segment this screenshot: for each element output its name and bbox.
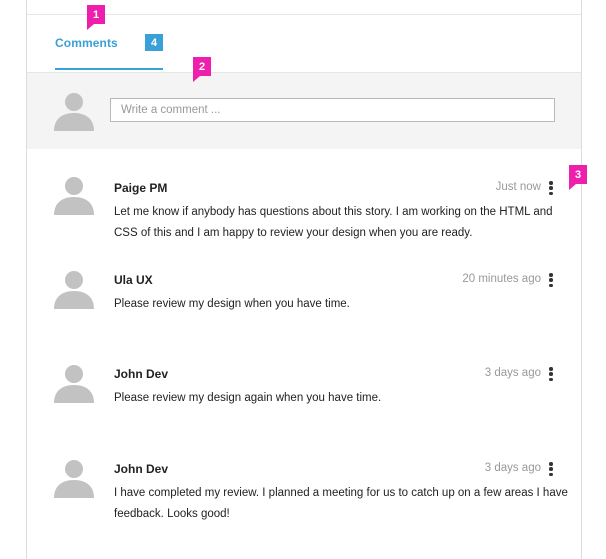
user-avatar-icon (54, 177, 94, 215)
annotation-marker-3: 3 (569, 165, 587, 190)
comment-text: Please review my design again when you h… (114, 392, 382, 404)
comment-timestamp: 3 days ago (484, 367, 541, 379)
user-avatar-icon (54, 93, 94, 131)
comment-text: Please review my design when you have ti… (114, 298, 350, 310)
user-avatar-icon (54, 365, 94, 403)
comment-input[interactable] (110, 98, 555, 122)
comment-count-badge: 4 (145, 34, 163, 51)
comment-timestamp: Just now (495, 181, 541, 193)
user-avatar-icon (54, 271, 94, 309)
comment-text: I have completed my review. I planned a … (114, 487, 568, 520)
divider (27, 14, 581, 15)
tab-comments[interactable]: Comments (55, 36, 118, 50)
user-avatar-icon (54, 460, 94, 498)
annotation-marker-1: 1 (87, 5, 105, 30)
more-options-icon[interactable] (545, 460, 557, 478)
comment-author: Ula UX (114, 273, 153, 287)
comment-author: John Dev (114, 462, 169, 476)
comment-author: Paige PM (114, 181, 168, 195)
comment-author: John Dev (114, 367, 169, 381)
more-options-icon[interactable] (545, 179, 557, 197)
active-tab-indicator (55, 68, 163, 70)
annotation-marker-2: 2 (193, 57, 211, 82)
comments-panel: Comments 4 Paige PM Just now Let me know… (26, 0, 582, 559)
comment-composer (27, 72, 581, 149)
comment-text: Let me know if anybody has questions abo… (114, 206, 553, 239)
comment-timestamp: 3 days ago (484, 462, 541, 474)
more-options-icon[interactable] (545, 365, 557, 383)
more-options-icon[interactable] (545, 271, 557, 289)
comment-timestamp: 20 minutes ago (462, 273, 541, 285)
